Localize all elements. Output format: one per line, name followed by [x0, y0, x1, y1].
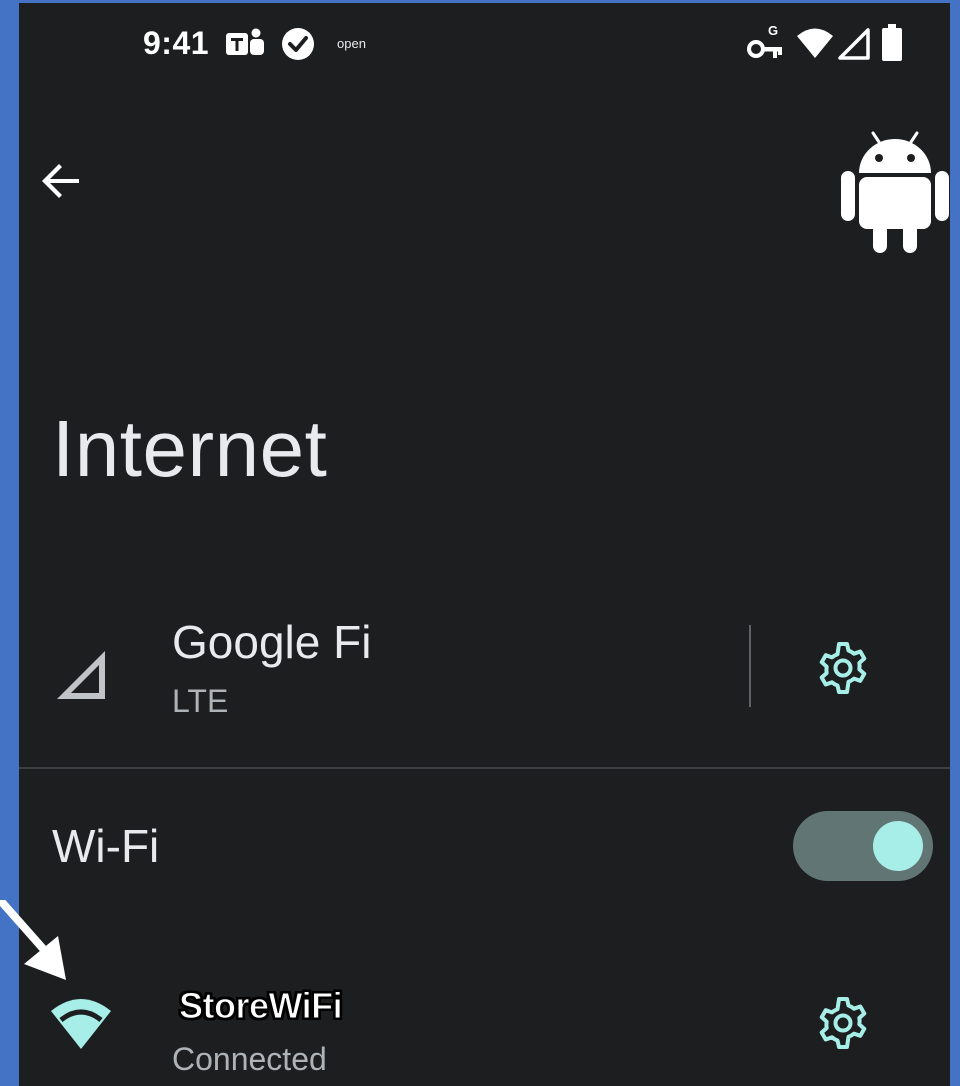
mobile-network-type: LTE — [172, 683, 229, 719]
back-arrow-icon[interactable] — [37, 157, 85, 205]
page-title: Internet — [52, 404, 328, 493]
wifi-network-settings-button[interactable] — [813, 993, 873, 1053]
status-open-label: open — [337, 36, 366, 51]
wifi-network-row[interactable]: StoreWiFi Connected — [19, 963, 950, 1086]
wifi-icon — [797, 28, 833, 58]
phone-screen: 9:41 open G Internet Google Fi LTE Wi-Fi… — [19, 3, 950, 1086]
status-bar: 9:41 open G — [19, 3, 950, 83]
mobile-network-settings-button[interactable] — [813, 638, 873, 698]
wifi-network-status: Connected — [172, 1041, 327, 1077]
switch-thumb — [873, 821, 923, 871]
section-divider — [19, 767, 950, 769]
gear-icon — [819, 642, 867, 694]
battery-icon — [882, 24, 902, 61]
svg-text:G: G — [768, 23, 778, 38]
wifi-toggle-switch[interactable] — [793, 811, 933, 881]
pointer-arrow-icon — [0, 900, 66, 980]
wifi-network-name: StoreWiFi — [178, 985, 343, 1027]
status-time: 9:41 — [143, 25, 210, 61]
gear-icon — [819, 997, 867, 1049]
wifi-toggle-row[interactable]: Wi-Fi — [19, 793, 950, 903]
divider — [749, 625, 751, 707]
wifi-icon — [51, 999, 111, 1049]
teams-icon — [226, 28, 264, 55]
mobile-network-row[interactable]: Google Fi LTE — [19, 603, 950, 763]
cell-signal-icon — [838, 28, 870, 60]
android-logo-icon — [841, 131, 949, 253]
vpn-key-icon: G — [747, 23, 782, 58]
check-circle-icon — [282, 28, 314, 60]
mobile-network-name: Google Fi — [172, 616, 372, 668]
cell-signal-icon — [57, 651, 105, 699]
wifi-label: Wi-Fi — [52, 820, 160, 872]
